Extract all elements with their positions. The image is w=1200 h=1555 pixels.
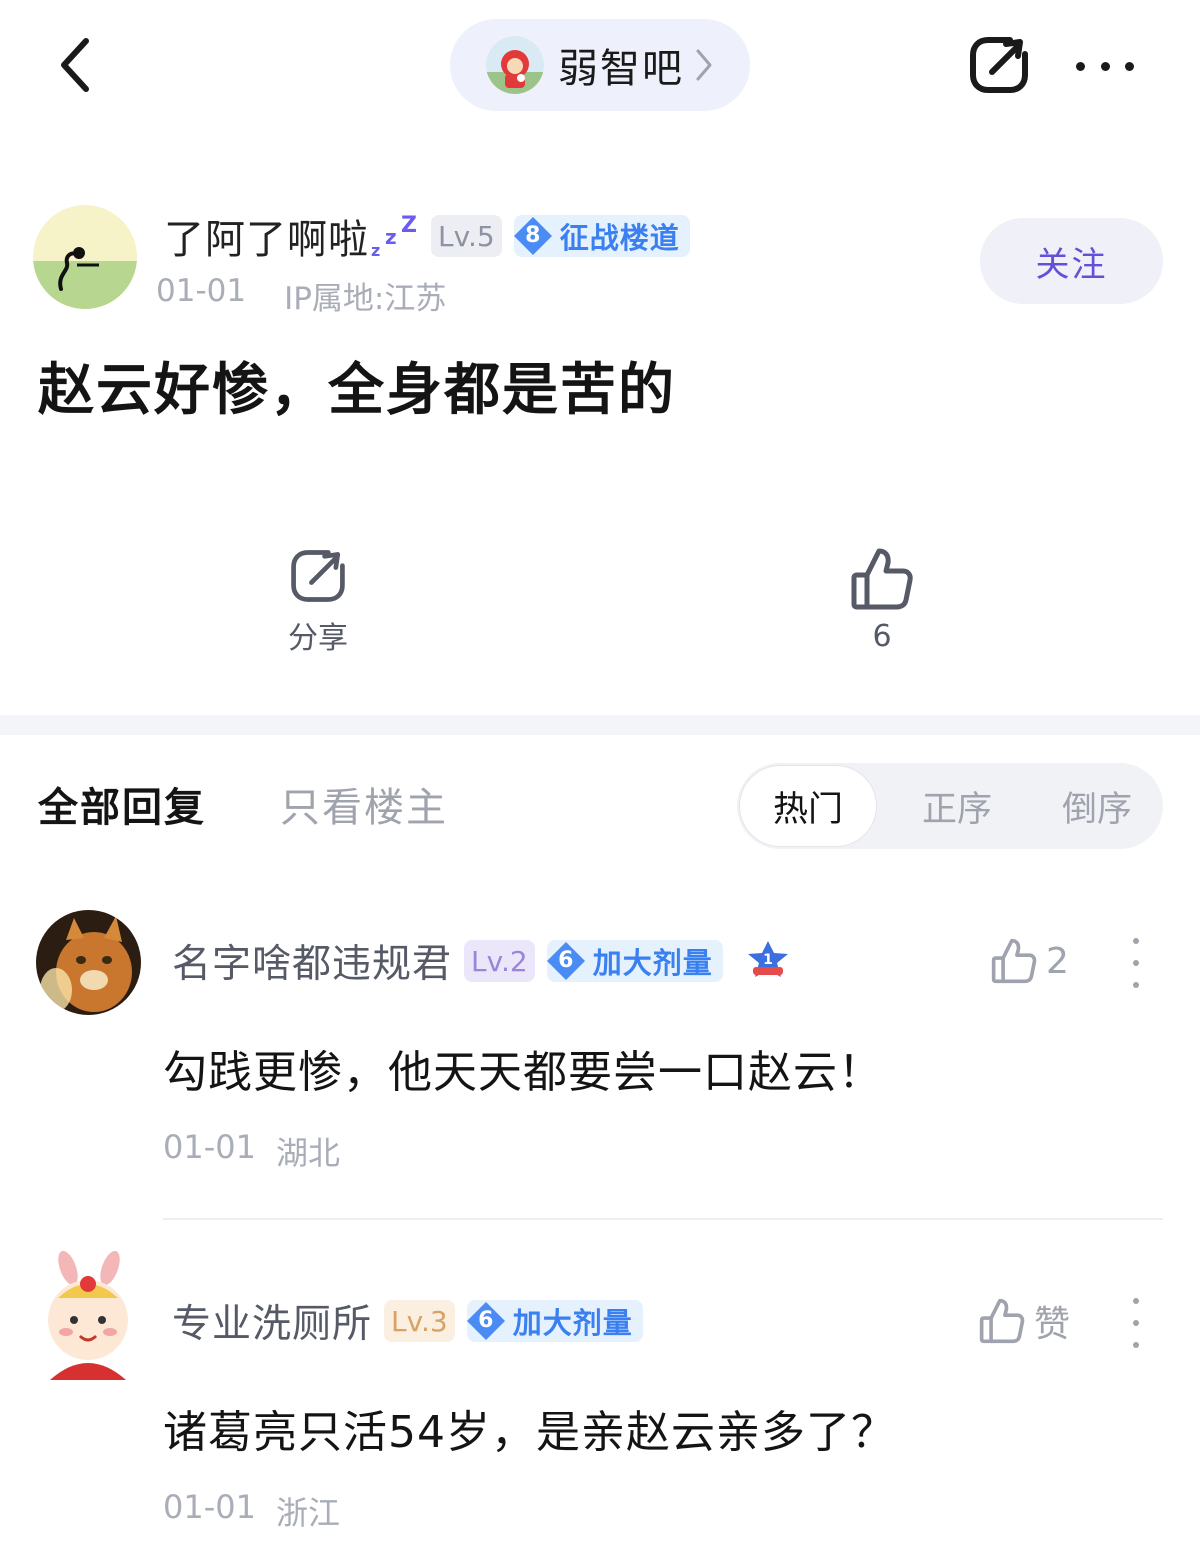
- comment-meta: 01-01 浙江: [163, 1488, 340, 1534]
- thumbs-up-icon: [979, 1298, 1025, 1344]
- title-badge: 8 征战楼道: [512, 215, 690, 257]
- comment-like-button[interactable]: 2: [990, 932, 1069, 990]
- rank-1-badge-icon: 1: [745, 939, 791, 983]
- comment-item: 名字啥都违规君 Lv.2 6 加大剂量 1 2 勾践更惨，他天天都要尝一口赵云！…: [0, 910, 1200, 1210]
- comment-text: 诸葛亮只活54岁，是亲赵云亲多了？: [163, 1407, 896, 1458]
- reply-tabs: 全部回复 只看楼主 热门 正序 倒序: [0, 755, 1200, 855]
- sort-hot-button[interactable]: 热门: [740, 766, 876, 846]
- like-count: 2: [1046, 940, 1069, 982]
- sort-descending-button[interactable]: 倒序: [1037, 763, 1157, 849]
- commenter-name[interactable]: 名字啥都违规君: [172, 933, 452, 989]
- more-vertical-icon[interactable]: [1126, 1298, 1146, 1348]
- commenter-name[interactable]: 专业洗厕所: [172, 1293, 372, 1349]
- like-count: 6: [872, 619, 892, 654]
- badge-label: 加大剂量: [592, 946, 713, 980]
- like-action-button[interactable]: 6: [832, 545, 932, 654]
- comment-header: 专业洗厕所 Lv.3 6 加大剂量: [172, 1292, 643, 1350]
- tab-all-replies[interactable]: 全部回复: [38, 775, 206, 833]
- post-title: 赵云好惨，全身都是苦的: [38, 358, 676, 423]
- chevron-right-icon: [694, 47, 714, 83]
- avatar[interactable]: [36, 1250, 141, 1380]
- comment-date: 01-01: [163, 1128, 256, 1166]
- title-badge: 6 加大剂量: [465, 1300, 643, 1342]
- sort-toggle: 热门 正序 倒序: [737, 763, 1163, 849]
- badge-label: 加大剂量: [512, 1306, 633, 1340]
- avatar[interactable]: [36, 910, 141, 1015]
- author-name-row: 了阿了啊啦 z z Z Lv.5 8 征战楼道: [164, 206, 690, 266]
- share-icon: [970, 37, 1028, 93]
- level-badge: Lv.2: [464, 940, 535, 982]
- like-label: 赞: [1034, 1304, 1071, 1345]
- comment-date: 01-01: [163, 1488, 256, 1526]
- author-name[interactable]: 了阿了啊啦: [164, 207, 369, 265]
- svg-text:1: 1: [763, 952, 773, 968]
- zzz-icon: z z Z: [371, 214, 419, 258]
- level-badge: Lv.5: [431, 215, 502, 257]
- share-button[interactable]: [966, 32, 1032, 98]
- comment-text: 勾践更惨，他天天都要尝一口赵云！: [163, 1047, 883, 1098]
- comment-meta: 01-01 湖北: [163, 1128, 340, 1174]
- share-icon: [291, 550, 345, 602]
- share-action-button[interactable]: 分享: [268, 545, 368, 657]
- title-badge: 6 加大剂量: [545, 940, 723, 982]
- svg-text:z: z: [385, 225, 397, 249]
- ip-location: IP属地:江苏: [284, 281, 447, 317]
- comment-item: 专业洗厕所 Lv.3 6 加大剂量 赞 诸葛亮只活54岁，是亲赵云亲多了？ 01…: [0, 1250, 1200, 1555]
- more-horizontal-icon[interactable]: [1070, 46, 1140, 86]
- comment-divider: [163, 1218, 1163, 1220]
- top-bar: 弱智吧: [0, 0, 1200, 130]
- thumbs-up-icon: [851, 548, 913, 610]
- post-date: 01-01: [156, 273, 247, 309]
- forum-entry-button[interactable]: 弱智吧: [450, 19, 750, 111]
- sort-ascending-button[interactable]: 正序: [897, 763, 1017, 849]
- level-badge: Lv.3: [384, 1300, 455, 1342]
- follow-button[interactable]: 关注: [980, 218, 1163, 304]
- diamond-icon: 6: [465, 1300, 507, 1342]
- comment-location: 浙江: [275, 1494, 340, 1532]
- post-author: 了阿了啊啦 z z Z Lv.5 8 征战楼道 01-01 IP属地:江苏 关注: [0, 200, 1200, 320]
- comment-location: 湖北: [275, 1134, 340, 1172]
- post-meta: 01-01 IP属地:江苏: [156, 273, 446, 318]
- comment-header: 名字啥都违规君 Lv.2 6 加大剂量 1: [172, 932, 791, 990]
- chevron-left-icon: [61, 38, 89, 92]
- svg-text:z: z: [371, 241, 380, 258]
- forum-avatar: [486, 36, 544, 94]
- avatar[interactable]: [33, 205, 137, 309]
- back-button[interactable]: [46, 30, 106, 100]
- comment-like-button[interactable]: 赞: [978, 1292, 1070, 1350]
- diamond-icon: 6: [545, 940, 587, 982]
- section-divider: [0, 715, 1200, 735]
- badge-label: 征战楼道: [559, 221, 680, 255]
- post-actions: 分享 6: [0, 545, 1200, 675]
- svg-text:Z: Z: [401, 214, 417, 238]
- share-label: 分享: [288, 621, 348, 656]
- tab-owner-only[interactable]: 只看楼主: [280, 775, 448, 833]
- thumbs-up-icon: [991, 938, 1037, 984]
- more-vertical-icon[interactable]: [1126, 938, 1146, 988]
- forum-name: 弱智吧: [558, 46, 684, 92]
- diamond-icon: 8: [512, 215, 554, 257]
